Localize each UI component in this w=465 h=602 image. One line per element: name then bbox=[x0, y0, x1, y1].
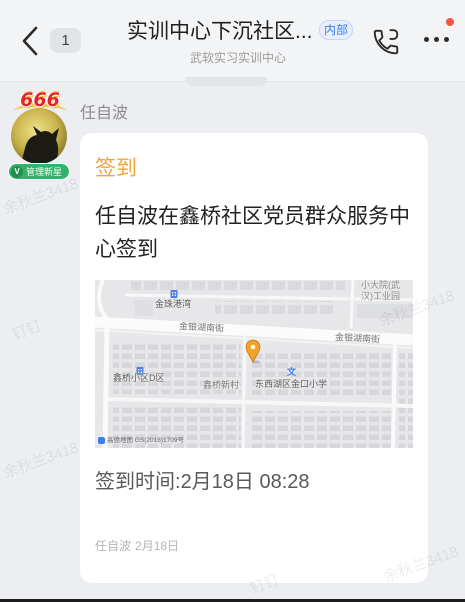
map-attribution-text: 高德地图 GS(2018)1709号 bbox=[107, 436, 184, 444]
map-label-residential-complex: 金珠港湾 bbox=[155, 299, 192, 309]
chat-title: 实训中心下沉社区... bbox=[127, 20, 313, 43]
card-content: 任自波在鑫桥社区党员群众服务中心签到 bbox=[95, 205, 410, 261]
more-dots-icon bbox=[424, 37, 454, 43]
unread-count-badge: 1 bbox=[50, 28, 81, 53]
checkin-time: 签到时间:2月18日 08:28 bbox=[95, 468, 310, 496]
badge-v-icon: V bbox=[11, 165, 23, 178]
chat-header: 1 实训中心下沉社区... 内部 武软实习实训中心 bbox=[0, 0, 465, 82]
checkin-time-value: 2月18日 08:28 bbox=[180, 471, 310, 493]
more-button[interactable] bbox=[420, 14, 460, 50]
sender-name: 任自波 bbox=[80, 105, 129, 122]
checkin-time-label: 签到时间: bbox=[95, 471, 181, 493]
footer-date: 2月18日 bbox=[135, 539, 180, 553]
notification-dot bbox=[446, 18, 454, 26]
map-label-village: 鑫桥新村 bbox=[203, 380, 240, 390]
watermark-text: 钉钉 bbox=[9, 317, 44, 344]
header-pull-tab bbox=[185, 77, 267, 86]
chevron-left-icon bbox=[20, 25, 40, 57]
map-label-residential-district: 鑫桥小区D区 bbox=[113, 373, 165, 383]
amap-logo-icon bbox=[98, 436, 105, 444]
avatar-frame-text: 666 bbox=[20, 89, 60, 111]
building-icon bbox=[136, 362, 144, 375]
map-attribution: 高德地图 GS(2018)1709号 bbox=[98, 435, 184, 445]
watermark-text: 余秋兰3418 bbox=[1, 439, 81, 482]
checkin-card[interactable]: 签到 任自波在鑫桥社区党员群众服务中心签到 金珠港湾 小大院(武汉)工业园 金银… bbox=[80, 133, 428, 583]
internal-tag: 内部 bbox=[319, 20, 354, 40]
card-footer: 任自波 2月18日 bbox=[95, 538, 179, 554]
map-label-industrial-park: 小大院(武汉)工业园 bbox=[361, 280, 400, 301]
footer-author: 任自波 bbox=[95, 539, 132, 553]
watermark-text: 余秋兰3418 bbox=[1, 175, 81, 218]
school-icon: 文 bbox=[287, 367, 297, 377]
back-button[interactable]: 1 bbox=[14, 20, 86, 62]
phone-call-icon bbox=[373, 29, 399, 55]
chat-subtitle: 武软实习实训中心 bbox=[190, 51, 287, 65]
sender-avatar[interactable]: 666 V 管理新星 bbox=[8, 88, 72, 181]
call-button[interactable] bbox=[368, 24, 404, 60]
card-type-label: 签到 bbox=[95, 157, 137, 180]
role-badge: V 管理新星 bbox=[8, 163, 70, 180]
badge-label: 管理新星 bbox=[26, 166, 63, 177]
map-label-school: 东西湖区金口小学 bbox=[255, 379, 328, 389]
location-map[interactable]: 金珠港湾 小大院(武汉)工业园 金银湖南街 金银湖南街 鑫桥小区D区 鑫桥新村 … bbox=[95, 280, 413, 448]
building-icon bbox=[170, 285, 178, 298]
